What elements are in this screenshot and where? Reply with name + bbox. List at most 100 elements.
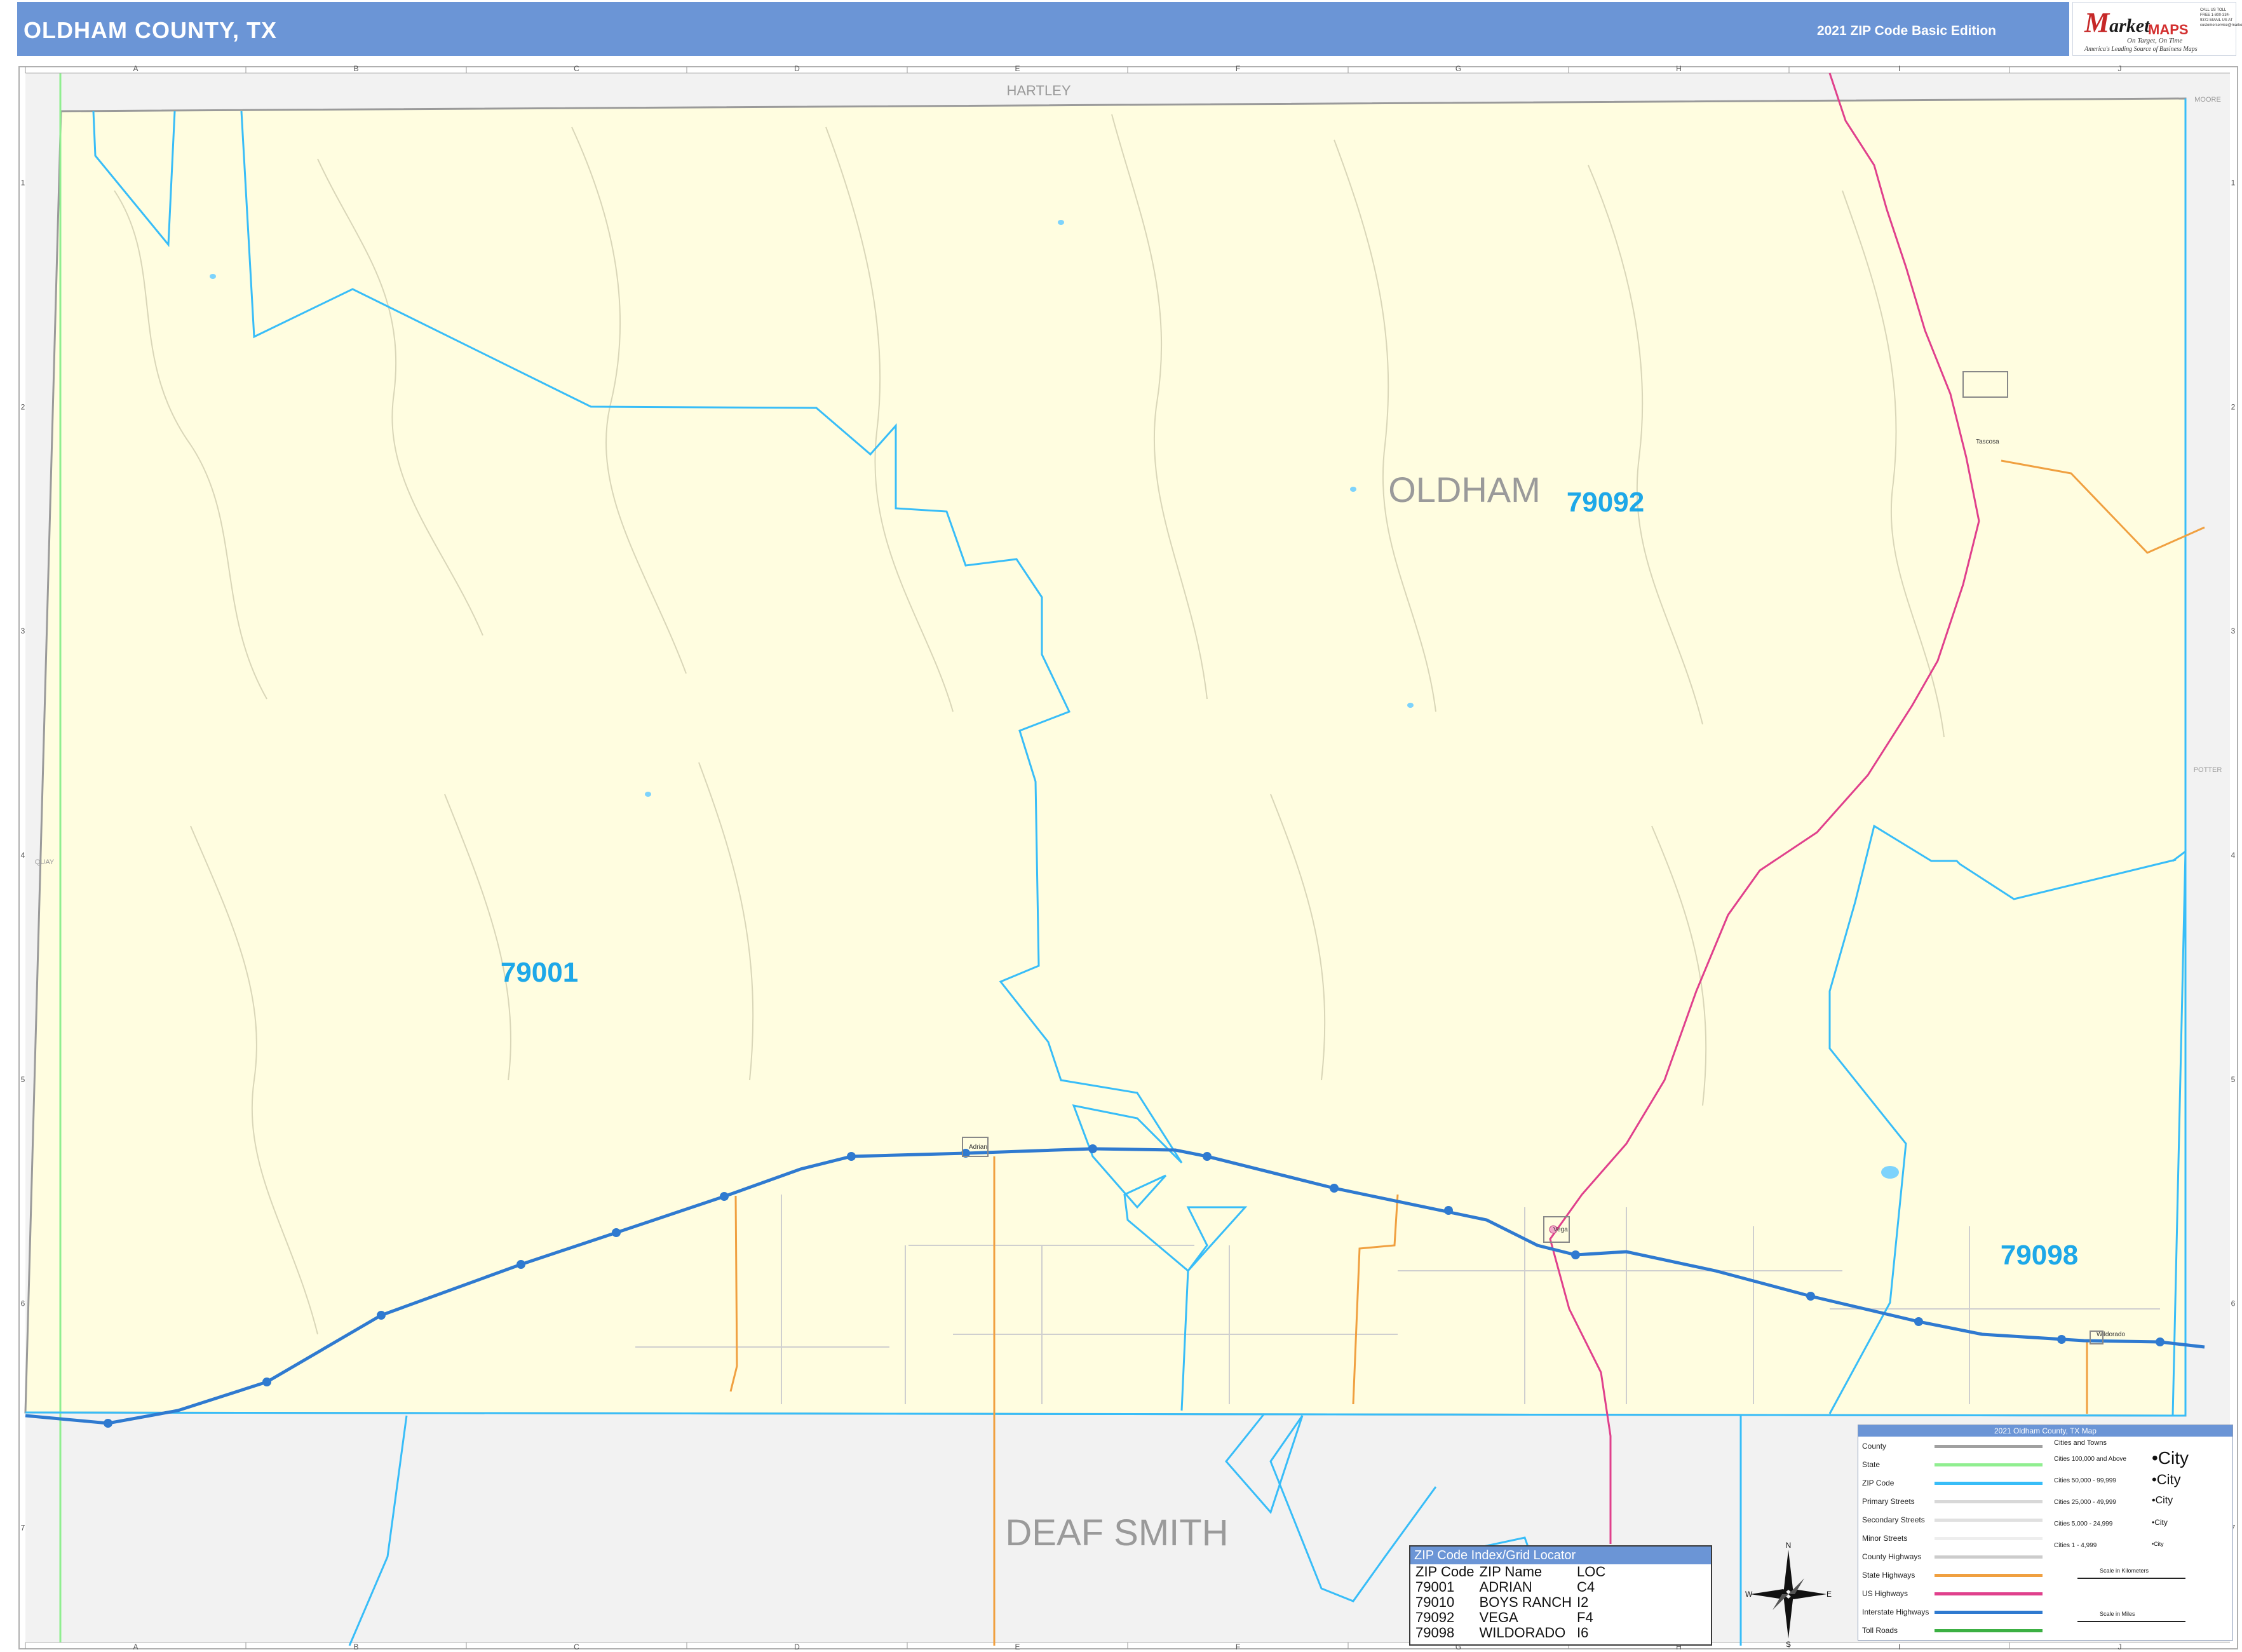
legend-label: Toll Roads	[1862, 1626, 1898, 1635]
legend-label: County Highways	[1862, 1552, 1922, 1561]
legend-label: Interstate Highways	[1862, 1608, 1929, 1616]
grid-column-label: B	[353, 64, 358, 73]
zip-code-cell: 79092	[1415, 1609, 1455, 1625]
zip-index-table: ZIP Code ZIP Name LOC 79001 ADRIAN C4 79…	[1413, 1564, 1608, 1641]
grid-column-label: A	[133, 1642, 138, 1651]
legend-city-glyph: •City	[2152, 1495, 2173, 1506]
zip-name-cell: BOYS RANCH	[1479, 1594, 1572, 1610]
compass-s: S	[1786, 1640, 1791, 1648]
grid-column-label: C	[574, 64, 579, 73]
grid-column-label: I	[1898, 64, 1900, 73]
county-label-potter: POTTER	[2194, 766, 2222, 774]
zip-loc-cell: I6	[1577, 1625, 1589, 1641]
map-canvas[interactable]: AABBCCDDEEFFGGHHIIJJ1 12 23 34 45 56 67 7	[0, 0, 2242, 1652]
legend-city-glyph: •City	[2152, 1518, 2168, 1527]
legend-city-class: Cities 5,000 - 24,999	[2054, 1520, 2113, 1527]
legend-label: ZIP Code	[1862, 1479, 1894, 1487]
zip-loc-cell: F4	[1577, 1609, 1593, 1625]
legend-label: State Highways	[1862, 1571, 1915, 1580]
legend-swatch	[1935, 1500, 2043, 1503]
grid-row-label: 2	[2231, 402, 2236, 411]
zip-index-header: ZIP Name	[1479, 1564, 1543, 1580]
zip-code-cell: 79010	[1415, 1594, 1455, 1610]
zip-name-cell: WILDORADO	[1479, 1625, 1566, 1641]
place-label-wildorado: Wildorado	[2097, 1331, 2125, 1338]
grid-column-label: G	[1455, 64, 1461, 73]
zip-index-title: ZIP Code Index/Grid Locator	[1410, 1547, 1711, 1564]
legend-city-glyph: •City	[2152, 1540, 2164, 1547]
grid-column-label: F	[1236, 1642, 1240, 1651]
map-legend: 2021 Oldham County, TX Map County State ZI…	[1858, 1425, 2233, 1641]
legend-swatch	[1935, 1482, 2043, 1485]
zip-code-index: ZIP Code Index/Grid Locator ZIP Code ZIP…	[1409, 1545, 1712, 1646]
table-row[interactable]: 79010 BOYS RANCH I2	[1413, 1595, 1608, 1610]
grid-column-label: I	[1898, 1642, 1900, 1651]
legend-swatch	[1935, 1519, 2043, 1522]
legend-swatch	[1935, 1592, 2043, 1595]
legend-city-glyph: •City	[2152, 1472, 2181, 1487]
legend-swatch	[1935, 1629, 2043, 1632]
scale-bar-mi	[2077, 1621, 2185, 1625]
grid-row-label: 4	[21, 851, 25, 860]
compass-n: N	[1786, 1541, 1792, 1550]
legend-swatch	[1935, 1574, 2043, 1577]
legend-city-class: Cities 1 - 4,999	[2054, 1542, 2097, 1549]
legend-cities-title: Cities and Towns	[2054, 1439, 2107, 1447]
grid-column-label: A	[133, 64, 138, 73]
table-row[interactable]: 79092 VEGA F4	[1413, 1610, 1608, 1625]
legend-scale-mi: Scale in Miles	[2100, 1611, 2135, 1617]
county-label-oldham: OLDHAM	[1388, 470, 1541, 510]
legend-label: Secondary Streets	[1862, 1515, 1925, 1524]
place-label-adrian: Adrian	[969, 1144, 987, 1151]
legend-swatch	[1935, 1537, 2043, 1540]
legend-swatch	[1935, 1555, 2043, 1559]
zip-code-cell: 79001	[1415, 1579, 1455, 1595]
legend-label: County	[1862, 1442, 1887, 1451]
county-label-moore: MOORE	[2194, 96, 2221, 104]
grid-row-label: 6	[21, 1299, 25, 1308]
grid-column-label: E	[1015, 64, 1020, 73]
legend-label: Primary Streets	[1862, 1497, 1915, 1506]
county-label-quay: QUAY	[35, 858, 55, 866]
grid-row-label: 6	[2231, 1299, 2236, 1308]
grid-column-label: C	[574, 1642, 579, 1651]
grid-row-label: 3	[21, 626, 25, 635]
legend-city-class: Cities 25,000 - 49,999	[2054, 1499, 2116, 1506]
grid-row-label: 1	[2231, 178, 2236, 187]
grid-row-label: 2	[21, 402, 25, 411]
zip-label-79092: 79092	[1567, 487, 1644, 518]
legend-swatch	[1935, 1445, 2043, 1448]
grid-row-label: 5	[21, 1075, 25, 1084]
legend-label: Minor Streets	[1862, 1534, 1908, 1543]
grid-row-label: 1	[21, 178, 25, 187]
place-label-tascosa: Tascosa	[1976, 438, 1999, 445]
zip-label-79098: 79098	[2001, 1240, 2078, 1271]
table-row[interactable]: 79098 WILDORADO I6	[1413, 1625, 1608, 1641]
legend-city-class: Cities 50,000 - 99,999	[2054, 1477, 2116, 1484]
place-label-vega: Vega	[1553, 1226, 1568, 1233]
grid-column-label: E	[1015, 1642, 1020, 1651]
legend-city-class: Cities 100,000 and Above	[2054, 1456, 2126, 1463]
grid-column-label: B	[353, 1642, 358, 1651]
zip-name-cell: ADRIAN	[1479, 1579, 1532, 1595]
grid-row-label: 3	[2231, 626, 2236, 635]
county-label-deaf-smith: DEAF SMITH	[1005, 1512, 1228, 1554]
legend-title: 2021 Oldham County, TX Map	[1858, 1425, 2232, 1437]
scale-bar-km	[2077, 1578, 2185, 1581]
compass-w: W	[1745, 1590, 1753, 1599]
zip-loc-cell: C4	[1577, 1579, 1595, 1595]
grid-row-label: 7	[21, 1524, 25, 1533]
legend-label: State	[1862, 1460, 1881, 1469]
legend-swatch	[1935, 1611, 2043, 1614]
oldham-county	[24, 97, 2187, 1417]
legend-scale-km: Scale in Kilometers	[2100, 1567, 2149, 1574]
county-label-hartley: HARTLEY	[1006, 83, 1070, 98]
zip-index-header: LOC	[1577, 1564, 1606, 1580]
legend-city-glyph: •City	[2152, 1448, 2189, 1468]
zip-name-cell: VEGA	[1479, 1609, 1518, 1625]
table-row[interactable]: 79001 ADRIAN C4	[1413, 1580, 1608, 1595]
grid-column-label: J	[2118, 64, 2122, 73]
compass-e: E	[1827, 1590, 1832, 1599]
zip-index-header-row: ZIP Code ZIP Name LOC	[1413, 1564, 1608, 1580]
grid-row-label: 5	[2231, 1075, 2236, 1084]
